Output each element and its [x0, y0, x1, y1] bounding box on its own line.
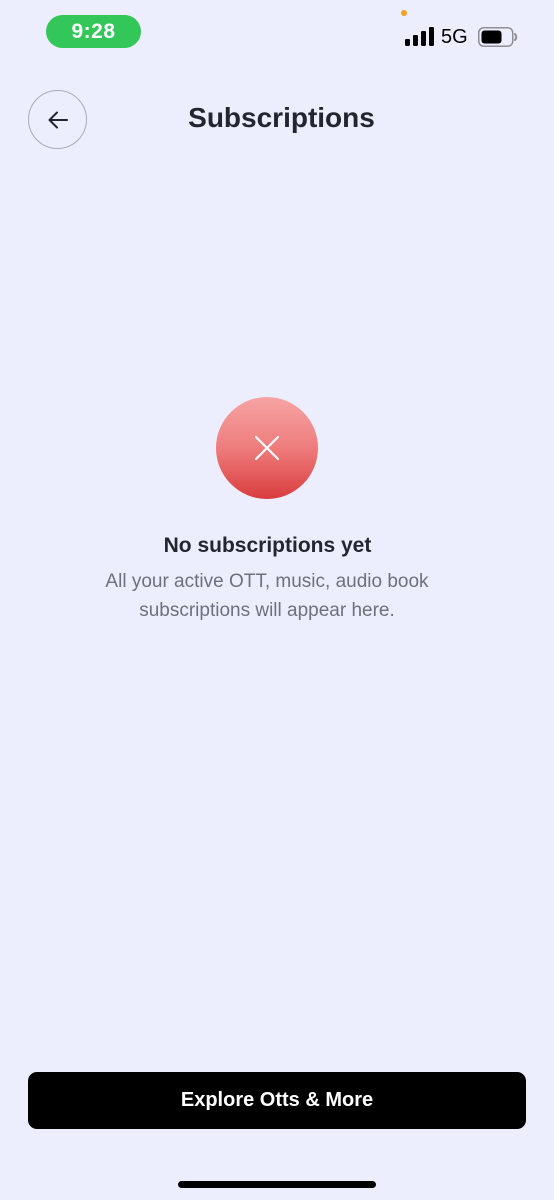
home-indicator[interactable] — [178, 1181, 376, 1188]
empty-state-description: All your active OTT, music, audio book s… — [105, 571, 429, 621]
cellular-signal-icon — [405, 27, 434, 46]
empty-state-title: No subscriptions yet — [163, 534, 372, 557]
battery-icon — [478, 27, 518, 47]
privacy-indicator-dot — [401, 10, 407, 16]
status-bar: 9:28 5G — [0, 0, 554, 60]
explore-otts-button[interactable]: Explore Otts & More — [28, 1072, 526, 1129]
page-title: Subscriptions — [188, 102, 375, 133]
empty-state-icon — [216, 397, 318, 499]
close-x-icon — [254, 435, 280, 461]
network-type: 5G — [441, 26, 468, 48]
status-time: 9:28 — [46, 15, 141, 48]
